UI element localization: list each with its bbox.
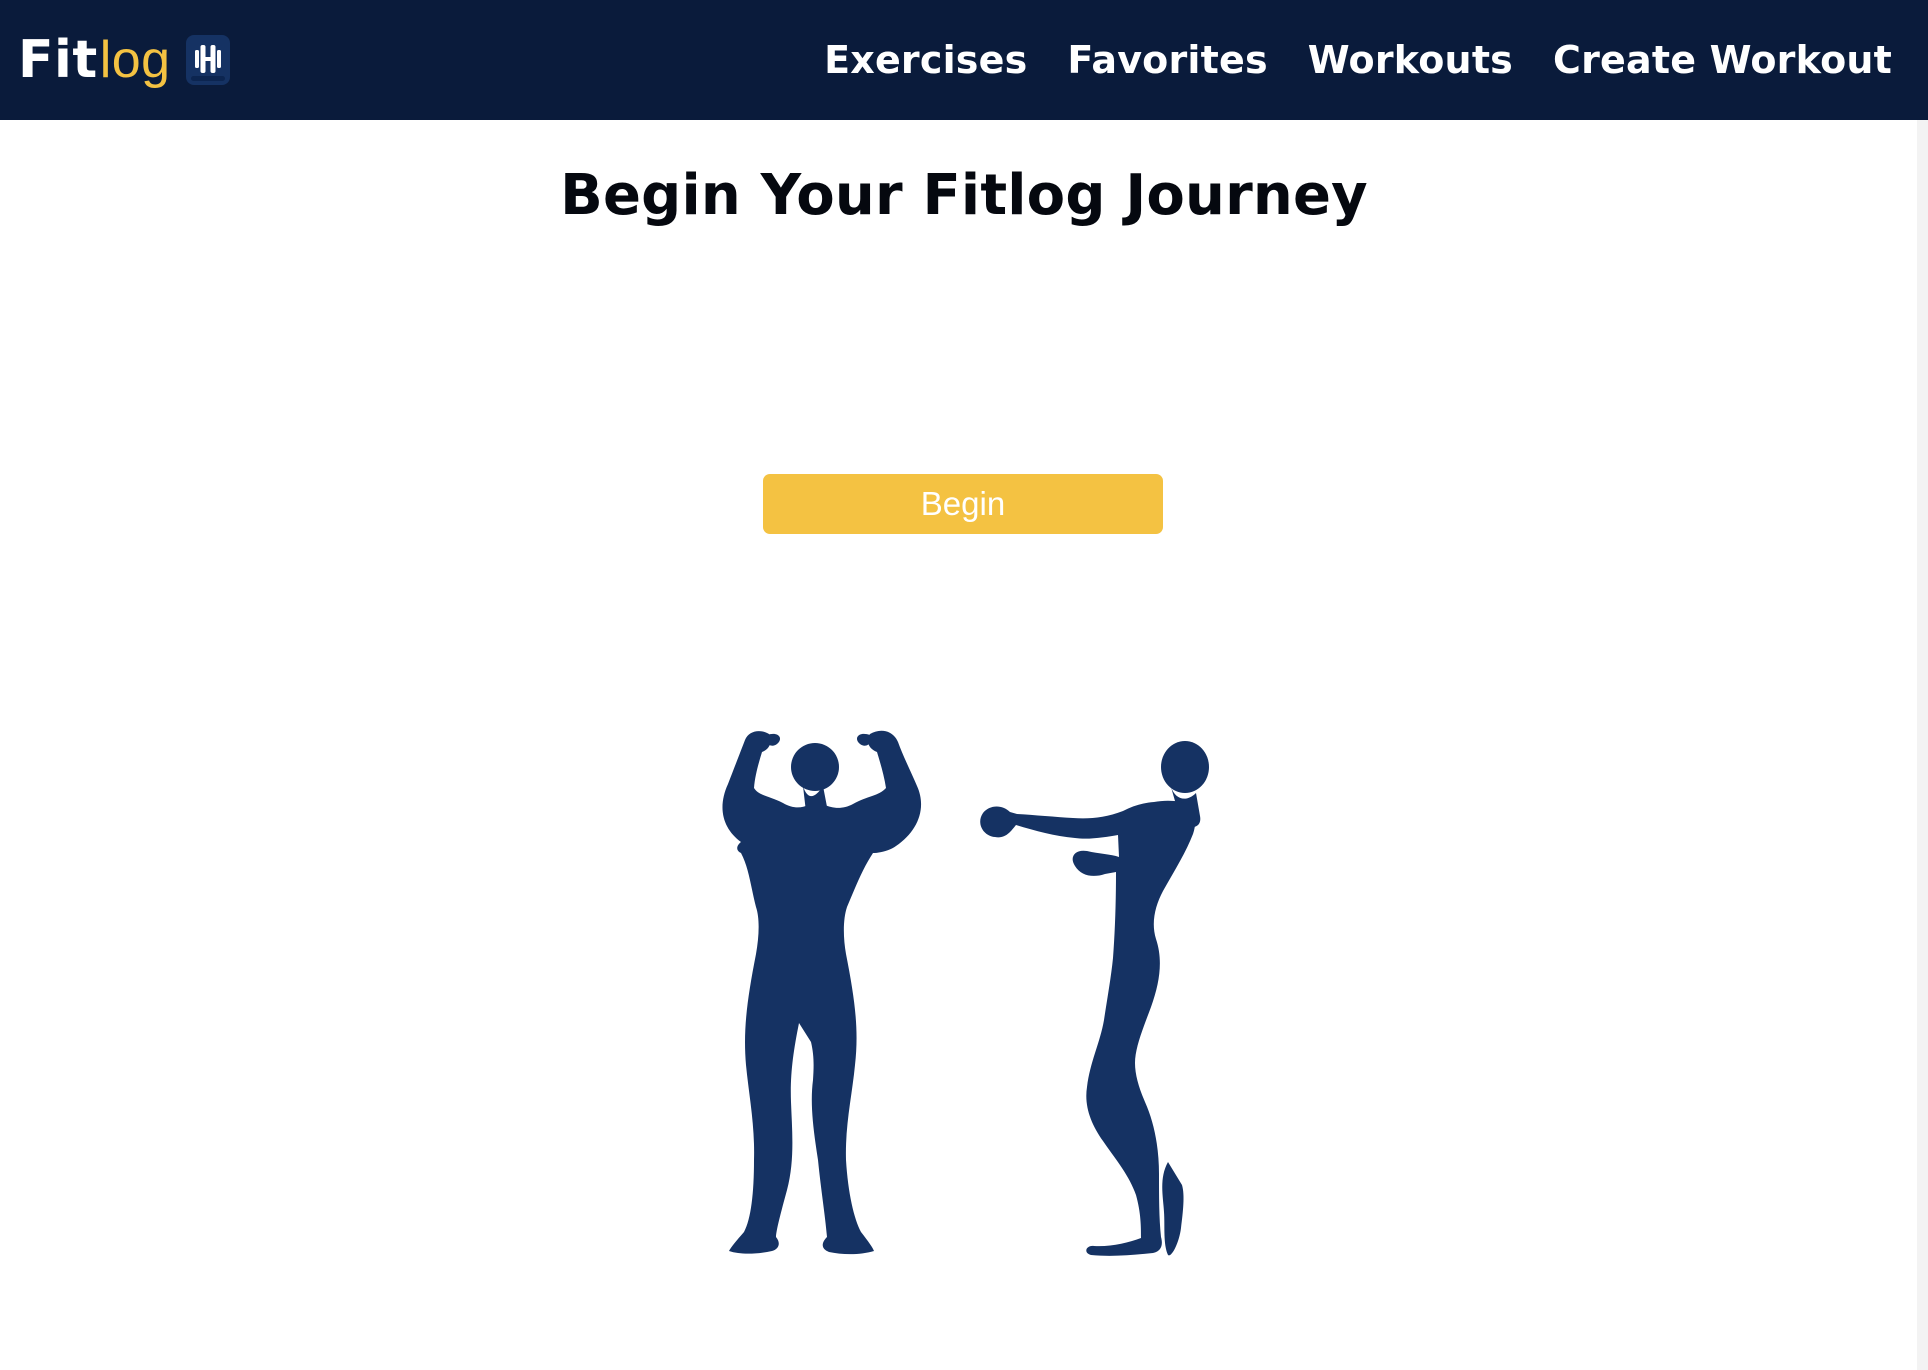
nav-create-workout-link[interactable]: Create Workout (1553, 41, 1892, 79)
front-double-biceps-figure (722, 730, 922, 1255)
dumbbell-icon (185, 34, 231, 86)
nav-exercises-link[interactable]: Exercises (824, 41, 1027, 79)
brand-logo-link[interactable]: Fit log (18, 0, 231, 120)
primary-navigation: Exercises Favorites Workouts Create Work… (824, 41, 1892, 79)
top-navbar: Fit log Exercises Favorites Workouts Cre… (0, 0, 1928, 120)
side-pose-figure (980, 741, 1209, 1256)
brand-log-text: log (99, 31, 171, 89)
landing-page: Fit log Exercises Favorites Workouts Cre… (0, 0, 1928, 1370)
nav-workouts-link[interactable]: Workouts (1308, 41, 1513, 79)
brand-wordmark: Fit log (18, 34, 171, 86)
bodybuilders-illustration (665, 720, 1265, 1280)
nav-favorites-link[interactable]: Favorites (1067, 41, 1267, 79)
page-title: Begin Your Fitlog Journey (560, 163, 1368, 228)
begin-button[interactable]: Begin (763, 474, 1163, 534)
brand-fit-text: Fit (18, 30, 98, 90)
vertical-scrollbar-track[interactable] (1917, 120, 1928, 1370)
